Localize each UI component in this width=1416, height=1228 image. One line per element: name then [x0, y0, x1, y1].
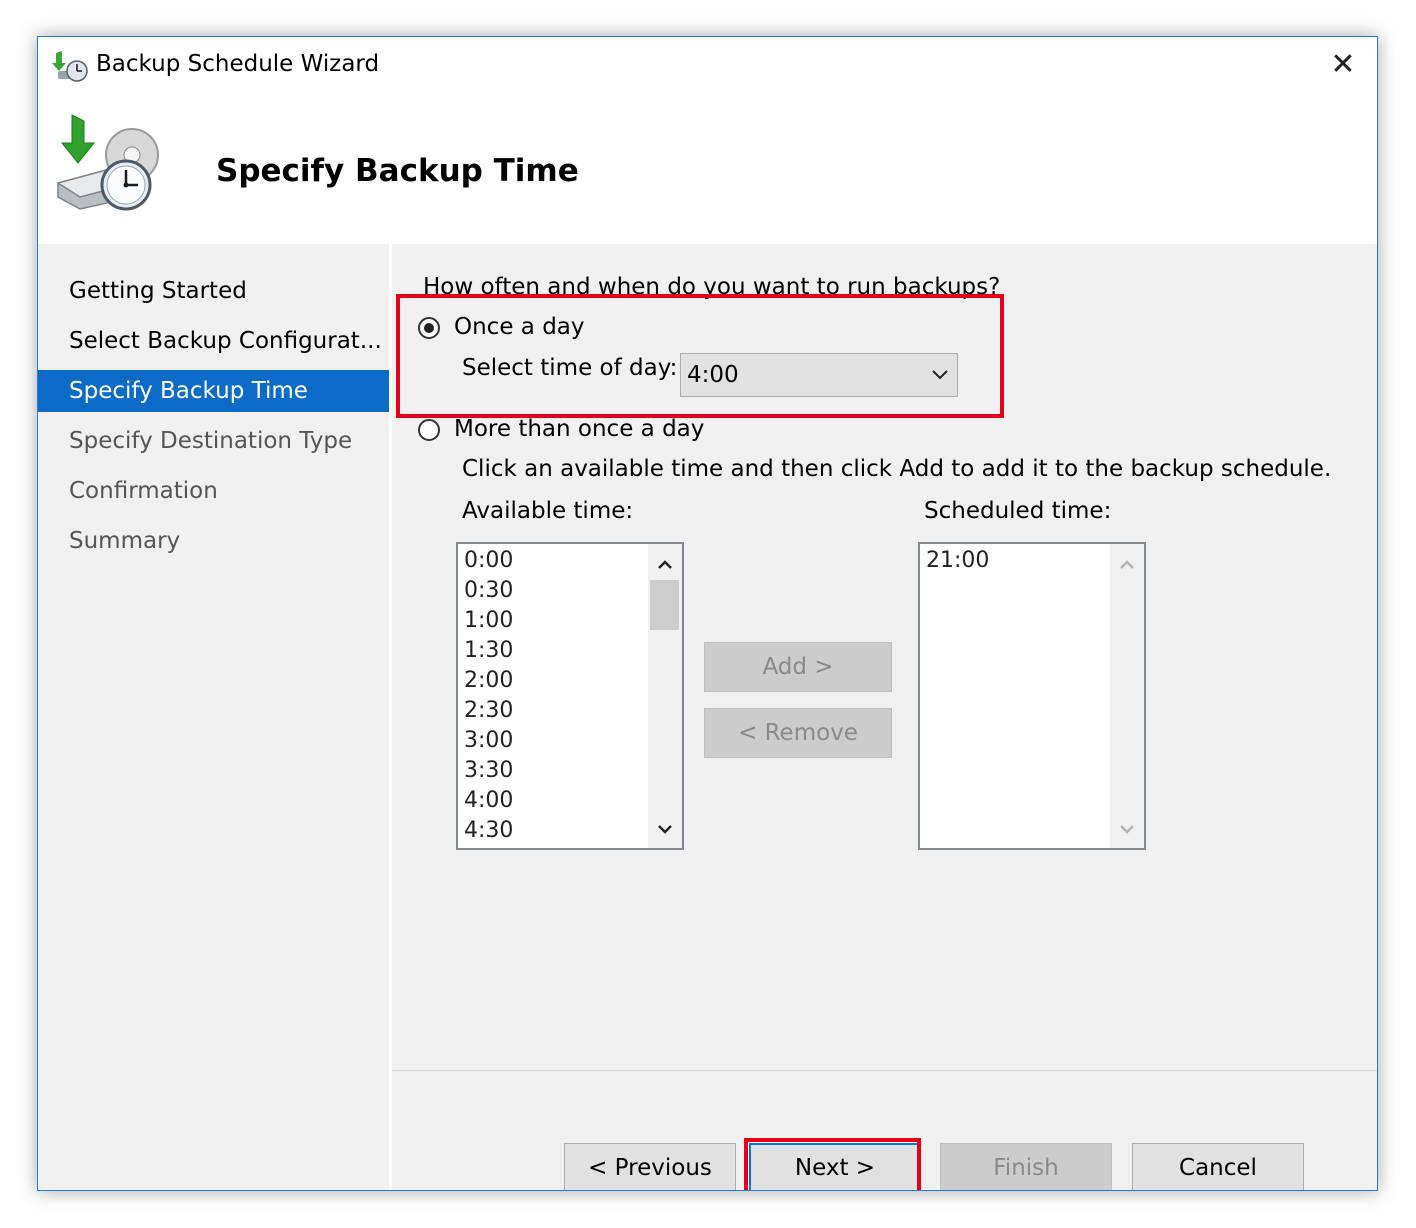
more-than-once-label[interactable]: More than once a day: [454, 416, 704, 442]
list-item[interactable]: 4:00: [464, 786, 513, 816]
chevron-down-icon: [932, 370, 948, 380]
available-list-scrollbar[interactable]: [648, 544, 682, 848]
step-specify-backup-time[interactable]: Specify Backup Time: [38, 370, 389, 412]
step-summary: Summary: [69, 528, 181, 554]
select-time-label: Select time of day:: [462, 355, 678, 381]
add-time-button[interactable]: Add >: [704, 642, 892, 692]
list-item[interactable]: 0:30: [464, 576, 513, 606]
available-time-label: Available time:: [462, 498, 634, 524]
scheduled-time-label: Scheduled time:: [924, 498, 1112, 524]
radio-selected-dot: [424, 323, 434, 333]
backup-wizard-icon: [52, 51, 88, 82]
wizard-footer: < Previous Next > Finish Cancel: [392, 1070, 1377, 1190]
once-a-day-label[interactable]: Once a day: [454, 314, 585, 340]
wizard-header: Specify Backup Time: [38, 95, 1377, 243]
step-getting-started[interactable]: Getting Started: [38, 270, 389, 312]
step-specify-destination-type: Specify Destination Type: [69, 428, 353, 454]
more-than-once-radio[interactable]: [418, 419, 440, 441]
scroll-up-arrow-icon[interactable]: [648, 548, 682, 582]
window-title: Backup Schedule Wizard: [96, 51, 380, 77]
scroll-down-arrow-icon: [1120, 825, 1134, 834]
backup-clock-drive-icon: [56, 114, 159, 211]
cancel-button[interactable]: Cancel: [1132, 1143, 1304, 1190]
list-item[interactable]: 1:30: [464, 636, 513, 666]
list-item[interactable]: 4:30: [464, 816, 513, 846]
time-of-day-value: 4:00: [687, 362, 739, 388]
once-a-day-radio[interactable]: [418, 317, 440, 339]
scroll-down-arrow-icon[interactable]: [648, 812, 682, 846]
time-of-day-dropdown[interactable]: 4:00: [680, 353, 958, 397]
previous-button[interactable]: < Previous: [564, 1143, 736, 1190]
next-button[interactable]: Next >: [749, 1143, 921, 1190]
available-time-list[interactable]: 0:00 0:30 1:00 1:30 2:00 2:30 3:00 3:30 …: [456, 542, 684, 850]
remove-time-button[interactable]: < Remove: [704, 708, 892, 758]
list-item[interactable]: 3:30: [464, 756, 513, 786]
schedule-instruction: Click an available time and then click A…: [462, 456, 1332, 482]
scroll-thumb[interactable]: [650, 580, 679, 630]
title-bar: Backup Schedule Wizard ✕: [38, 37, 1377, 95]
list-item[interactable]: 2:30: [464, 696, 513, 726]
scroll-up-arrow-icon: [1120, 560, 1134, 569]
list-item[interactable]: 2:00: [464, 666, 513, 696]
list-item[interactable]: 3:00: [464, 726, 513, 756]
list-item[interactable]: 21:00: [926, 546, 989, 576]
page-title: Specify Backup Time: [216, 153, 579, 189]
step-select-backup-configuration[interactable]: Select Backup Configurat...: [38, 320, 389, 362]
list-item[interactable]: 0:00: [464, 546, 513, 576]
scheduled-list-scrollbar: [1110, 544, 1144, 848]
main-panel: How often and when do you want to run ba…: [392, 244, 1377, 1070]
schedule-question: How often and when do you want to run ba…: [423, 274, 1001, 300]
close-button[interactable]: ✕: [1321, 45, 1365, 85]
step-confirmation: Confirmation: [69, 478, 218, 504]
list-item[interactable]: 1:00: [464, 606, 513, 636]
wizard-window: Backup Schedule Wizard ✕ Specify Backup …: [37, 36, 1378, 1191]
wizard-steps-sidebar: Getting Started Select Backup Configurat…: [38, 244, 389, 1190]
scheduled-time-list[interactable]: 21:00: [918, 542, 1146, 850]
finish-button[interactable]: Finish: [940, 1143, 1112, 1190]
